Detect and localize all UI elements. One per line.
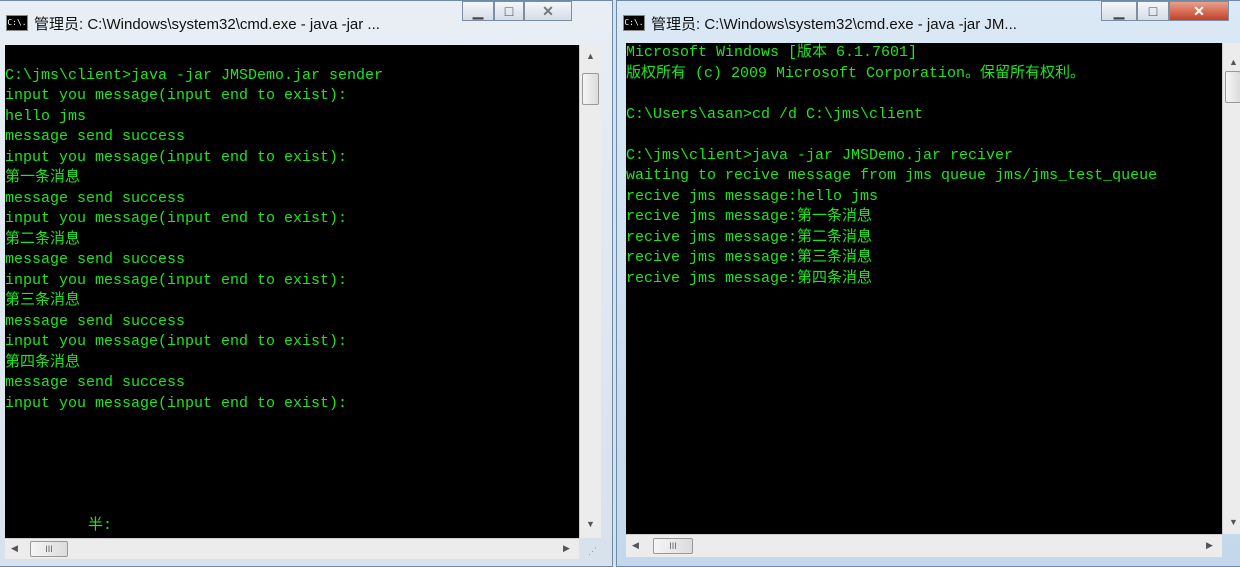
console-line: 第二条消息 bbox=[5, 230, 81, 248]
scroll-up-icon[interactable]: ▲ bbox=[1229, 57, 1238, 67]
vertical-scroll-thumb[interactable] bbox=[1225, 71, 1240, 103]
console-line: recive jms message:第一条消息 bbox=[626, 208, 873, 225]
console-line: input you message(input end to exist): bbox=[5, 210, 348, 227]
console-line: message send success bbox=[5, 128, 186, 145]
minimize-button[interactable]: ▁ bbox=[462, 1, 494, 21]
console-line: message send success bbox=[5, 251, 186, 268]
horizontal-scrollbar[interactable]: ◀ III ▶ bbox=[5, 538, 579, 559]
console-line: message send success bbox=[5, 312, 186, 330]
console-line: message send success bbox=[5, 189, 186, 207]
horizontal-scrollbar[interactable]: ◀ III ▶ bbox=[626, 534, 1222, 557]
title-bar[interactable]: C:\. 管理员: C:\Windows\system32\cmd.exe - … bbox=[623, 11, 1017, 35]
console-line: 第三条消息 bbox=[5, 292, 81, 309]
vertical-scroll-thumb[interactable] bbox=[582, 73, 599, 105]
cmd-icon: C:\. bbox=[623, 15, 645, 31]
scroll-right-icon[interactable]: ▶ bbox=[563, 543, 570, 554]
scroll-right-icon[interactable]: ▶ bbox=[1206, 540, 1213, 551]
scroll-up-icon[interactable]: ▲ bbox=[586, 51, 595, 61]
maximize-button[interactable]: □ bbox=[494, 1, 524, 21]
scroll-down-icon[interactable]: ▼ bbox=[586, 519, 595, 529]
vertical-scrollbar[interactable]: ▲ ▼ bbox=[579, 45, 601, 538]
console-line: 版权所有 (c) 2009 Microsoft Corporation。保留所有… bbox=[626, 64, 1086, 82]
resize-grip-icon[interactable]: ⋰ bbox=[588, 546, 597, 557]
console-line: hello jms bbox=[5, 107, 87, 125]
close-button[interactable]: ✕ bbox=[524, 1, 572, 21]
close-button[interactable]: ✕ bbox=[1169, 1, 1229, 21]
title-bar[interactable]: C:\. 管理员: C:\Windows\system32\cmd.exe - … bbox=[6, 11, 380, 35]
window-title: 管理员: C:\Windows\system32\cmd.exe - java … bbox=[34, 15, 380, 33]
console-line: input you message(input end to exist): bbox=[5, 148, 348, 166]
console-line: waiting to recive message from jms queue… bbox=[626, 167, 1158, 184]
console-line: 第一条消息 bbox=[5, 169, 81, 186]
console-line: input you message(input end to exist): bbox=[5, 333, 348, 350]
maximize-button[interactable]: □ bbox=[1137, 1, 1169, 21]
console-line: C:\Users\asan>cd /d C:\jms\client bbox=[626, 105, 924, 123]
horizontal-scroll-thumb[interactable]: III bbox=[30, 541, 68, 557]
scroll-left-icon[interactable]: ◀ bbox=[11, 543, 18, 554]
console-line: 第四条消息 bbox=[5, 353, 81, 371]
console-output[interactable]: Microsoft Windows [版本 6.1.7601] 版权所有 (c) … bbox=[626, 43, 1222, 534]
receiver-cmd-window: C:\. 管理员: C:\Windows\system32\cmd.exe - … bbox=[616, 0, 1240, 567]
console-line: C:\jms\client>java -jar JMSDemo.jar reci… bbox=[626, 146, 1014, 164]
horizontal-scroll-thumb[interactable]: III bbox=[653, 538, 693, 554]
console-line: Microsoft Windows [版本 6.1.7601] bbox=[626, 44, 918, 61]
window-title: 管理员: C:\Windows\system32\cmd.exe - java … bbox=[651, 15, 1017, 33]
cmd-icon: C:\. bbox=[6, 15, 28, 31]
console-line: input you message(input end to exist): bbox=[5, 271, 348, 289]
sender-cmd-window: C:\. 管理员: C:\Windows\system32\cmd.exe - … bbox=[0, 0, 613, 567]
scroll-down-icon[interactable]: ▼ bbox=[1229, 517, 1238, 527]
console-line: input you message(input end to exist): bbox=[5, 394, 348, 412]
console-line: recive jms message:第三条消息 bbox=[626, 249, 873, 266]
console-line: C:\jms\client>java -jar JMSDemo.jar send… bbox=[5, 66, 384, 84]
console-line: input you message(input end to exist): bbox=[5, 87, 348, 104]
console-output[interactable]: C:\jms\client>java -jar JMSDemo.jar send… bbox=[5, 45, 579, 538]
ime-status: 半: bbox=[88, 517, 113, 534]
console-line: recive jms message:第四条消息 bbox=[626, 269, 873, 287]
scroll-left-icon[interactable]: ◀ bbox=[632, 540, 639, 551]
minimize-button[interactable]: ▁ bbox=[1101, 1, 1137, 21]
vertical-scrollbar[interactable]: ▲ ▼ bbox=[1222, 43, 1240, 534]
console-line: recive jms message:第二条消息 bbox=[626, 228, 873, 246]
console-line: recive jms message:hello jms bbox=[626, 187, 879, 205]
console-line: message send success bbox=[5, 374, 186, 391]
